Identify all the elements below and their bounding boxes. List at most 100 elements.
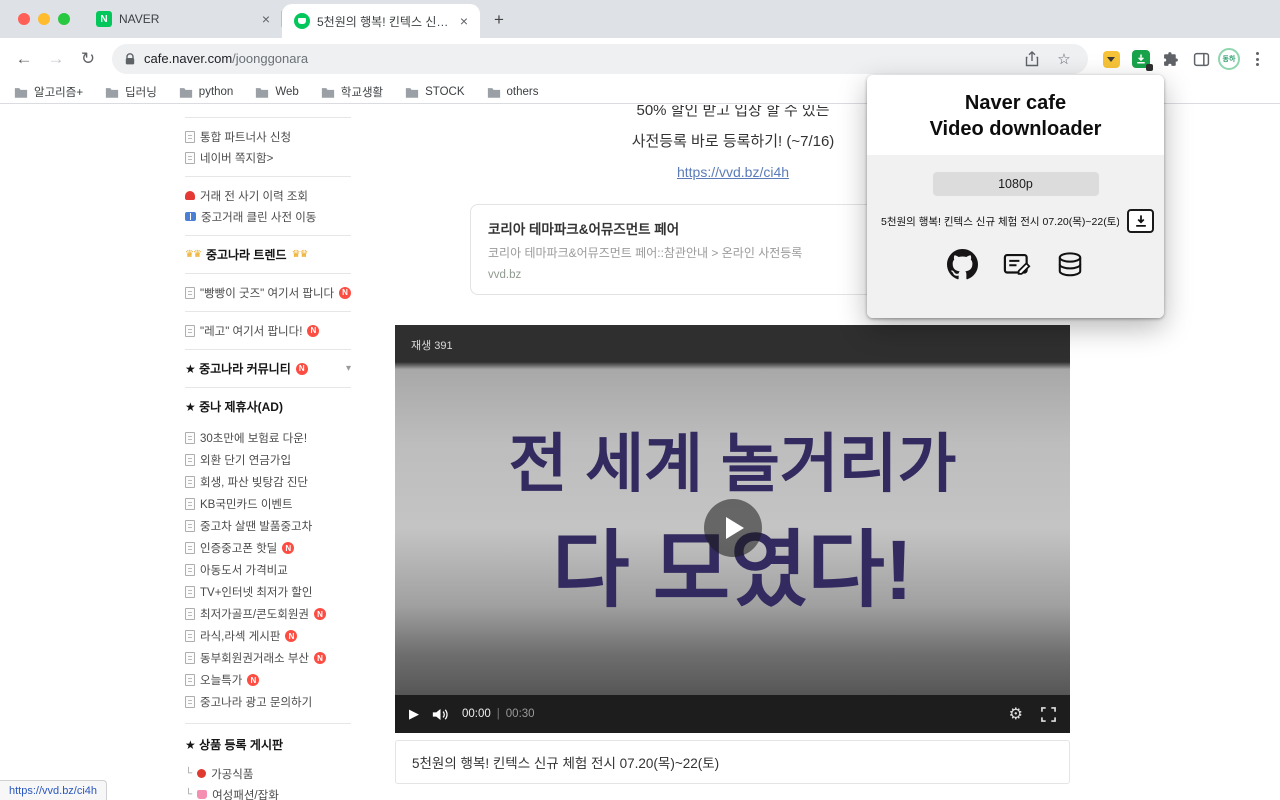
sidebar-item-ad[interactable]: 인증중고폰 핫딜N <box>185 537 351 559</box>
sidebar-item-naver-note[interactable]: 네이버 쪽지함> <box>185 147 351 168</box>
doc-icon <box>185 586 195 598</box>
close-window-button[interactable] <box>18 13 30 25</box>
sidebar-item-processed-food[interactable]: └가공식품 <box>185 763 351 784</box>
doc-icon <box>185 674 195 686</box>
video-time: 00:00 | 00:30 <box>462 708 535 720</box>
download-button[interactable] <box>1127 209 1154 233</box>
current-time: 00:00 <box>462 708 491 720</box>
crown-icon: ♛♛ <box>185 249 201 260</box>
forward-button[interactable]: → <box>42 45 70 73</box>
sidebar-item-lego[interactable]: "레고" 여기서 팝니다!N <box>185 320 351 341</box>
new-badge: N <box>282 542 294 554</box>
extension-footer-icons <box>867 249 1164 280</box>
bookmark-item[interactable]: STOCK <box>405 86 464 98</box>
sidebar-item-ad[interactable]: 30초만에 보험료 다운! <box>185 427 351 449</box>
share-icon[interactable] <box>1020 47 1044 71</box>
bookmark-item[interactable]: others <box>487 86 539 98</box>
new-badge: N <box>247 674 259 686</box>
extensions-puzzle-icon[interactable] <box>1158 46 1184 72</box>
sidebar-item-ad[interactable]: 라식,라섹 게시판N <box>185 625 351 647</box>
sidebar-item-ad[interactable]: 오늘특가N <box>185 669 351 691</box>
video-player[interactable]: 재생 391 전 세계 놀거리가 다 모였다! ▶ 00:00 | 00:30 <box>395 325 1070 733</box>
sidebar-header-partners-ad[interactable]: ★ 중나 제휴사(AD) <box>185 396 351 417</box>
close-icon[interactable]: × <box>456 13 472 29</box>
sidebar-item-ad[interactable]: TV+인터넷 최저가 할인 <box>185 581 351 603</box>
new-badge: N <box>307 325 319 337</box>
sidebar-item-ad[interactable]: KB국민카드 이벤트 <box>185 493 351 515</box>
sidebar-header-product-board[interactable]: ★ 상품 등록 게시판 <box>185 734 351 755</box>
doc-icon <box>185 630 195 642</box>
bookmark-item[interactable]: 딥러닝 <box>105 84 157 100</box>
extension-title-line1: Naver cafe <box>867 90 1164 116</box>
play-icon <box>726 517 744 539</box>
sidebar-item-ad[interactable]: 중고차 살땐 발품중고차 <box>185 515 351 537</box>
back-button[interactable]: ← <box>10 45 38 73</box>
sidebar-header-community[interactable]: ★ 중고나라 커뮤니티N▾ <box>185 358 351 379</box>
window-controls <box>18 13 70 25</box>
sidebar-item-ad[interactable]: 동부회원권거래소 부산N <box>185 647 351 669</box>
cafe-sidebar: 통합 파트너사 신청 네이버 쪽지함> 거래 전 사기 이력 조회 중고거래 클… <box>185 105 351 800</box>
sidebar-item-bbangbbang-goods[interactable]: "빵빵이 굿즈" 여기서 팝니다!N <box>185 282 351 303</box>
siren-icon <box>185 191 195 200</box>
tabs: N NAVER × 5천원의 행복! 킨텍스 신규 체험 전시 × + <box>84 0 512 38</box>
sidebar-item-fraud-check[interactable]: 거래 전 사기 이력 조회 <box>185 185 351 206</box>
volume-icon[interactable] <box>432 707 449 722</box>
doc-icon <box>185 131 195 143</box>
sidebar-item-partner-apply[interactable]: 통합 파트너사 신청 <box>185 126 351 147</box>
doc-icon <box>185 542 195 554</box>
play-overlay-button[interactable] <box>704 499 762 557</box>
bookmark-item[interactable]: python <box>179 86 234 98</box>
quality-select[interactable]: 1080p <box>933 172 1099 196</box>
bookmark-item[interactable]: 알고리즘+ <box>14 84 83 100</box>
url-path: /joonggonara <box>232 51 308 66</box>
doc-icon <box>185 454 195 466</box>
profile-avatar[interactable]: 동하 <box>1218 48 1240 70</box>
doc-icon <box>185 608 195 620</box>
side-panel-icon[interactable] <box>1188 46 1214 72</box>
doc-icon <box>185 325 195 337</box>
tab-strip: N NAVER × 5천원의 행복! 킨텍스 신규 체험 전시 × + <box>0 0 1280 38</box>
reload-button[interactable]: ↻ <box>74 45 102 73</box>
doc-icon <box>185 696 195 708</box>
bookmark-item[interactable]: Web <box>255 86 298 98</box>
new-tab-button[interactable]: + <box>486 7 512 33</box>
sidebar-item-clean-dictionary[interactable]: 중고거래 클린 사전 이동 <box>185 206 351 227</box>
browser-window: N NAVER × 5천원의 행복! 킨텍스 신규 체험 전시 × + ← → … <box>0 0 1280 800</box>
address-bar[interactable]: cafe.naver.com/joonggonara ☆ <box>112 44 1088 74</box>
bookmark-star-icon[interactable]: ☆ <box>1052 47 1076 71</box>
doc-icon <box>185 652 195 664</box>
sidebar-item-womens-fashion[interactable]: └여성패션/잡화 <box>185 784 351 800</box>
zoom-window-button[interactable] <box>58 13 70 25</box>
extension-body: 1080p 5천원의 행복! 킨텍스 신규 체험 전시 07.20(목)~22(… <box>867 155 1164 318</box>
browser-toolbar: ← → ↻ cafe.naver.com/joonggonara ☆ <box>0 38 1280 80</box>
close-icon[interactable]: × <box>258 11 274 27</box>
bookmark-item[interactable]: 학교생활 <box>321 84 383 100</box>
download-video-title: 5천원의 행복! 킨텍스 신규 체험 전시 07.20(목)~22(토) <box>881 214 1119 229</box>
fullscreen-icon[interactable] <box>1041 707 1056 722</box>
extension-icon-yellow[interactable] <box>1098 46 1124 72</box>
tab-naver[interactable]: N NAVER × <box>84 0 282 38</box>
bookmark-label: 학교생활 <box>341 84 383 100</box>
new-badge: N <box>285 630 297 642</box>
feedback-memo-icon[interactable] <box>1002 249 1031 280</box>
sidebar-item-ad[interactable]: 최저가골프/콘도회원권N <box>185 603 351 625</box>
chevron-down-icon[interactable]: ▾ <box>346 363 351 374</box>
tab-cafe-post[interactable]: 5천원의 행복! 킨텍스 신규 체험 전시 × <box>282 4 480 38</box>
lock-icon <box>124 53 136 66</box>
extension-icon-video-downloader[interactable] <box>1128 46 1154 72</box>
more-menu-icon[interactable] <box>1244 46 1270 72</box>
minimize-window-button[interactable] <box>38 13 50 25</box>
sidebar-item-ad[interactable]: 중고나라 광고 문의하기 <box>185 691 351 713</box>
settings-gear-icon[interactable]: ⚙ <box>1009 704 1023 724</box>
sidebar-item-ad[interactable]: 아동도서 가격비교 <box>185 559 351 581</box>
sidebar-item-ad[interactable]: 회생, 파산 빚탕감 진단 <box>185 471 351 493</box>
donate-coins-icon[interactable] <box>1055 249 1085 280</box>
sidebar-header-trend[interactable]: ♛♛중고나라 트렌드♛♛ <box>185 244 351 265</box>
play-button[interactable]: ▶ <box>409 706 419 722</box>
github-icon[interactable] <box>947 249 978 280</box>
tree-connector: └ <box>185 789 192 800</box>
doc-icon <box>185 476 195 488</box>
doc-icon <box>185 520 195 532</box>
sidebar-item-ad[interactable]: 외환 단기 연금가입 <box>185 449 351 471</box>
doc-icon <box>185 432 195 444</box>
